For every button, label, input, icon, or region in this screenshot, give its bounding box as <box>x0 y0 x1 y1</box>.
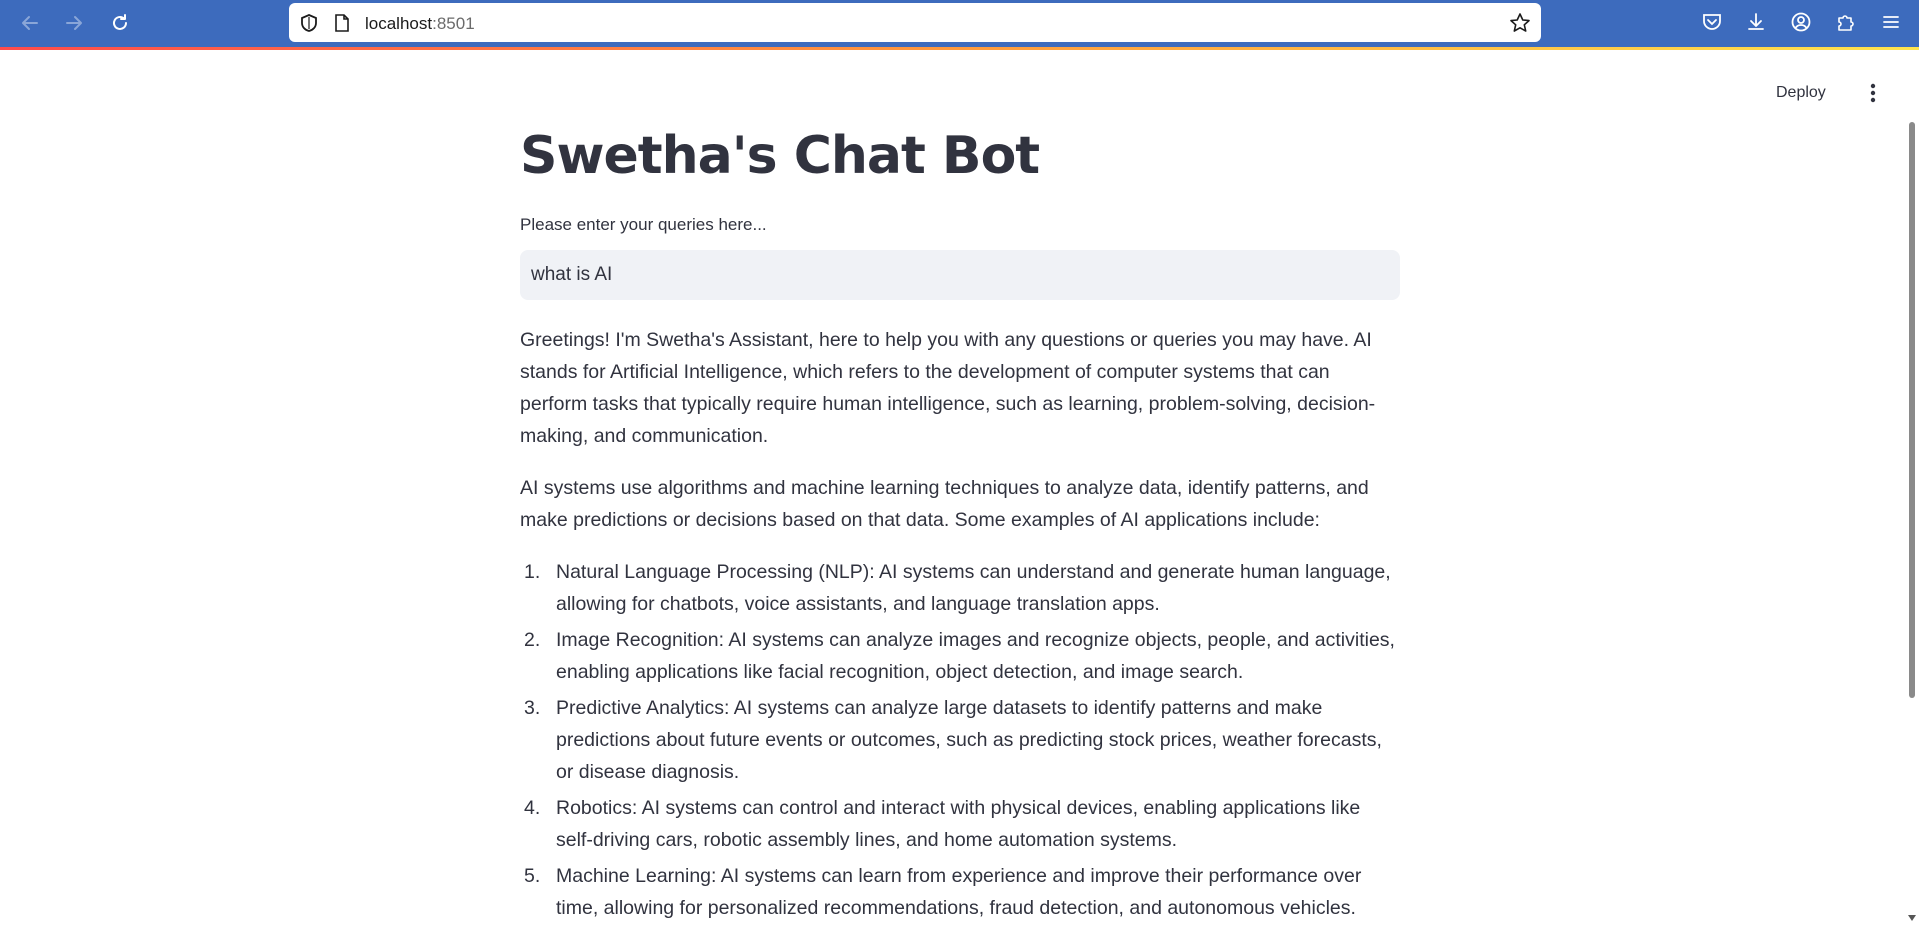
downloads-button[interactable] <box>1744 10 1768 34</box>
forward-button[interactable] <box>58 8 90 38</box>
response-paragraph: AI systems use algorithms and machine le… <box>520 477 1369 531</box>
arrow-right-icon <box>66 16 82 30</box>
reload-button[interactable] <box>104 8 136 38</box>
star-icon[interactable] <box>1509 12 1531 34</box>
reload-icon <box>113 14 127 30</box>
list-item: 4. Robotics: AI systems can control and i… <box>524 797 1361 851</box>
scrollbar-thumb[interactable] <box>1909 122 1915 698</box>
bot-response: Greetings! I'm Swetha's Assistant, here … <box>520 324 1400 924</box>
main-content: Swetha's Chat Bot Please enter your quer… <box>520 110 1400 927</box>
query-input[interactable] <box>520 250 1400 300</box>
account-icon <box>1791 12 1811 32</box>
download-icon <box>1748 13 1764 30</box>
shield-icon[interactable] <box>299 13 319 33</box>
scroll-down-arrow-icon[interactable] <box>1906 912 1918 924</box>
examples-list: 1. Natural Language Processing (NLP): AI … <box>520 556 1400 924</box>
list-item: 3. Predictive Analytics: AI systems can a… <box>524 697 1382 783</box>
query-input-label: Please enter your queries here... <box>520 215 767 234</box>
hamburger-menu-icon <box>1883 16 1899 28</box>
list-item: 5. Machine Learning: AI systems can learn… <box>524 865 1362 919</box>
response-paragraph: Greetings! I'm Swetha's Assistant, here … <box>520 329 1376 447</box>
page-icon[interactable] <box>333 13 351 33</box>
pocket-button[interactable] <box>1700 10 1724 34</box>
header-decoration <box>0 47 1919 50</box>
kebab-menu-icon <box>1870 83 1876 103</box>
pocket-icon <box>1703 14 1721 30</box>
list-item: 2. Image Recognition: AI systems can anal… <box>524 629 1395 683</box>
puzzle-icon <box>1838 15 1854 31</box>
list-item: 1. Natural Language Processing (NLP): AI … <box>524 561 1391 615</box>
address-bar[interactable]: localhost:8501 <box>289 3 1541 42</box>
url-text: localhost:8501 <box>365 14 475 33</box>
deploy-button[interactable]: Deploy <box>1776 80 1826 106</box>
page-title: Swetha's Chat Bot <box>520 126 1040 186</box>
main-menu-button[interactable] <box>1862 80 1884 106</box>
browser-menu-button[interactable] <box>1879 10 1903 34</box>
back-button[interactable] <box>14 8 46 38</box>
extensions-button[interactable] <box>1834 10 1858 34</box>
arrow-left-icon <box>22 16 38 30</box>
account-button[interactable] <box>1789 10 1813 34</box>
browser-toolbar: localhost:8501 <box>0 0 1919 47</box>
